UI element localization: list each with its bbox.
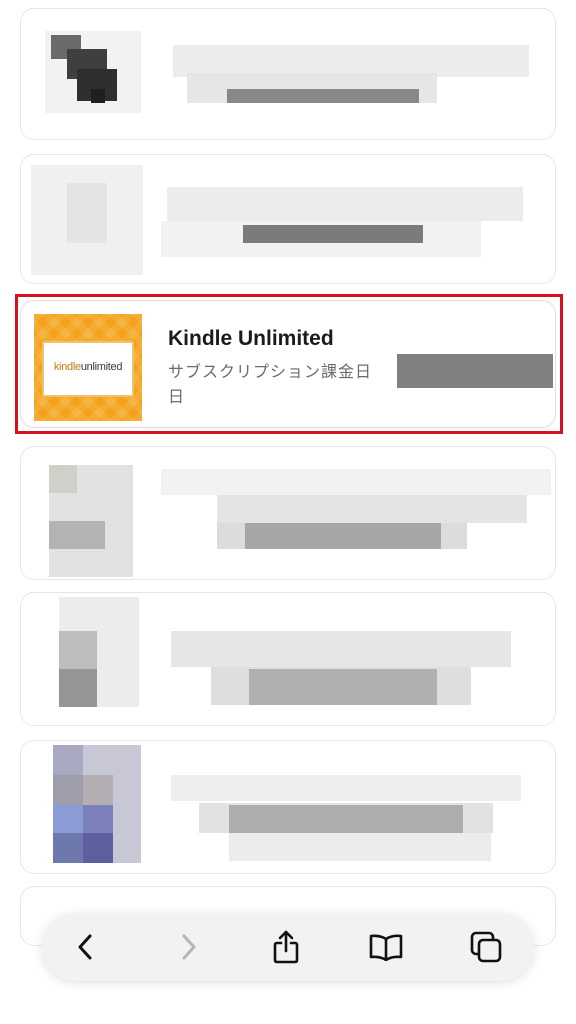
share-button[interactable] [266,927,306,967]
share-icon [273,930,299,964]
blurred-block [83,833,113,863]
redacted-text [249,669,437,705]
blurred-block [53,833,83,863]
blurred-block [83,775,113,805]
book-icon [369,934,403,961]
blurred-text [229,833,491,861]
blurred-block [49,521,105,549]
tabs-button[interactable] [466,927,506,967]
blurred-block [59,669,97,707]
blurred-block [53,805,83,833]
highlight-frame [15,294,563,434]
blurred-block [59,631,97,669]
back-button[interactable] [66,927,106,967]
blurred-block [67,183,107,243]
bookmarks-button[interactable] [366,927,406,967]
list-item[interactable] [20,446,556,580]
blurred-block [83,805,113,833]
list-item[interactable] [20,154,556,284]
list-item[interactable] [20,740,556,874]
blurred-text [167,187,523,221]
blurred-text [171,775,521,801]
blurred-text [161,469,551,495]
blurred-text [171,631,511,667]
browser-toolbar [42,913,534,981]
redacted-text [229,805,463,833]
blurred-block [53,745,83,775]
list-item[interactable] [20,592,556,726]
blurred-text [217,495,527,523]
blurred-block [49,465,77,493]
redacted-text [243,225,423,243]
blurred-block [91,89,105,103]
chevron-left-icon [78,934,92,960]
tabs-icon [470,931,502,963]
chevron-right-icon [182,934,196,960]
redacted-text [227,89,419,103]
forward-button[interactable] [168,927,208,967]
redacted-text [245,523,441,549]
blurred-block [53,775,83,805]
list-item[interactable] [20,8,556,140]
